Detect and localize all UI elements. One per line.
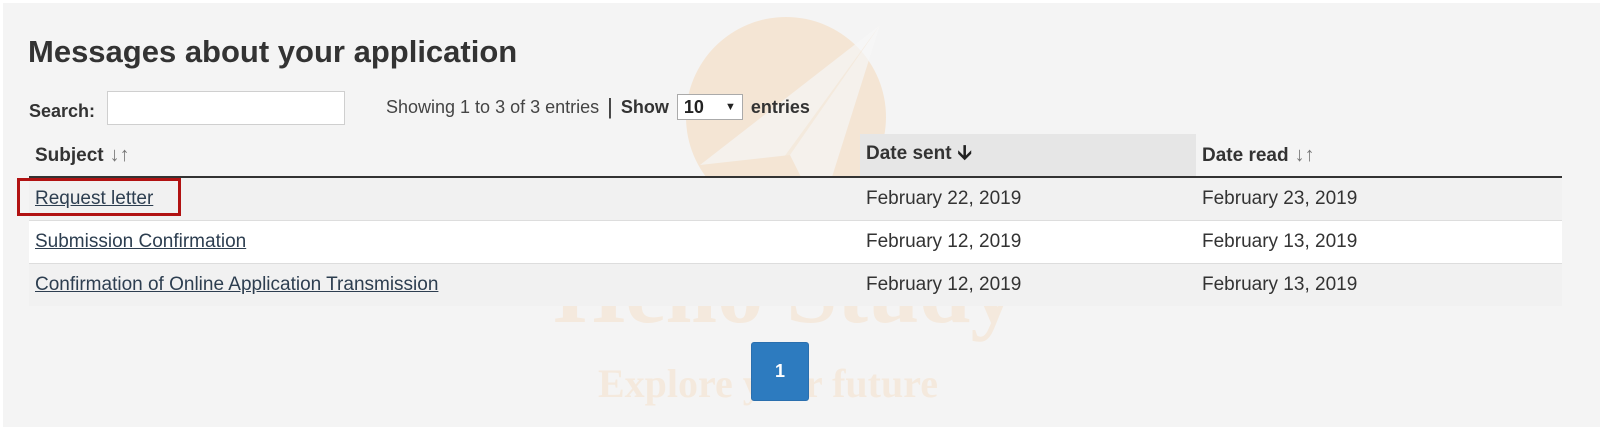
date-sent-cell: February 22, 2019 <box>860 176 1196 221</box>
highlight-annotation-box <box>17 178 181 216</box>
page-size-select[interactable]: 10 ▼ <box>676 94 743 120</box>
info-separator: | <box>607 94 613 119</box>
sort-desc-icon: 🡫 <box>957 142 972 164</box>
show-label: Show <box>620 96 669 117</box>
message-link[interactable]: Submission Confirmation <box>35 231 246 252</box>
entries-label: entries <box>750 96 810 117</box>
message-link[interactable]: Confirmation of Online Application Trans… <box>35 274 438 295</box>
date-read-cell: February 13, 2019 <box>1196 263 1562 306</box>
page-size-value: 10 <box>683 96 704 117</box>
subject-cell: Submission Confirmation <box>29 220 860 264</box>
sort-both-icon: ↓↑ <box>109 143 130 166</box>
subject-cell: Confirmation of Online Application Trans… <box>29 263 860 306</box>
date-sent-cell: February 12, 2019 <box>860 263 1196 306</box>
table-row: Submission Confirmation February 12, 201… <box>29 220 1562 264</box>
showing-entries-text: Showing 1 to 3 of 3 entries <box>386 96 600 117</box>
column-header-date-read[interactable]: Date read ↓↑ <box>1196 134 1562 178</box>
search-toolbar: Search: <box>29 90 346 126</box>
table-info: Showing 1 to 3 of 3 entries | Show 10 ▼ … <box>386 94 810 120</box>
messages-table: Subject ↓↑ Date sent 🡫 Date read ↓↑ Request… <box>29 134 1562 306</box>
date-sent-cell: February 12, 2019 <box>860 220 1196 264</box>
table-row: Request letter February 22, 2019 Februar… <box>29 176 1562 221</box>
search-label: Search: <box>29 100 96 121</box>
sort-both-icon: ↓↑ <box>1294 143 1315 166</box>
column-header-date-sent[interactable]: Date sent 🡫 <box>860 134 1196 178</box>
column-header-label: Subject <box>35 144 104 166</box>
column-header-label: Date sent <box>866 143 952 164</box>
column-header-label: Date read <box>1202 144 1289 166</box>
chevron-down-icon: ▼ <box>724 101 736 113</box>
date-read-cell: February 23, 2019 <box>1196 176 1562 221</box>
pagination-page-button[interactable]: 1 <box>751 342 809 401</box>
page-title: Messages about your application <box>28 34 518 69</box>
table-header-row: Subject ↓↑ Date sent 🡫 Date read ↓↑ <box>29 134 1562 178</box>
column-header-subject[interactable]: Subject ↓↑ <box>29 134 860 178</box>
search-input[interactable] <box>107 91 346 125</box>
table-row: Confirmation of Online Application Trans… <box>29 263 1562 306</box>
date-read-cell: February 13, 2019 <box>1196 220 1562 264</box>
